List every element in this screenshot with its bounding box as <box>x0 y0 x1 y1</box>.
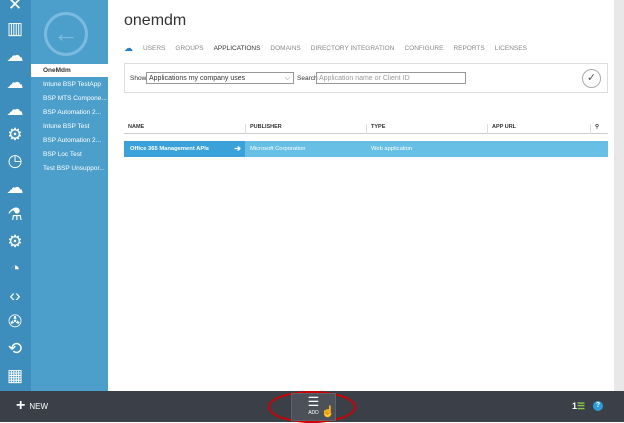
tab-reports[interactable]: REPORTS <box>453 45 484 52</box>
show-select-value: Applications my company uses <box>149 75 246 82</box>
storage-icon[interactable]: ▦ <box>4 365 26 387</box>
app-publisher: Microsoft Corporation <box>250 146 306 152</box>
cloud-refresh-icon[interactable]: ☁ <box>4 72 26 94</box>
list-icon: ☰ <box>577 401 586 411</box>
column-name[interactable]: NAME <box>124 124 144 134</box>
gear-bolt-icon[interactable]: ⚙ <box>4 124 26 146</box>
subnav-item[interactable]: OneMdm <box>31 64 108 77</box>
subnav-item[interactable]: BSP MTS Compone... <box>31 92 108 105</box>
apply-check-button[interactable]: ✓ <box>582 69 601 88</box>
directory-subnav: ← OneMdm Intune BSP TestApp BSP MTS Comp… <box>31 0 108 391</box>
notifications-count[interactable]: 1☰ <box>572 401 585 412</box>
tab-configure[interactable]: CONFIGURE <box>404 45 443 52</box>
tab-licenses[interactable]: LICENSES <box>495 45 527 52</box>
directory-cloud-icon[interactable]: ☁ <box>124 43 133 54</box>
table-search-icon[interactable]: ⚲ <box>590 124 599 134</box>
app-type: Web application <box>371 146 413 152</box>
clock-icon[interactable]: ◷ <box>4 150 26 172</box>
tab-bar: ☁ USERS GROUPS APPLICATIONS DOMAINS DIRE… <box>124 43 527 54</box>
cloud-sync-icon[interactable]: ☁ <box>4 177 26 199</box>
new-label: NEW <box>29 401 49 411</box>
subnav-item[interactable]: Intune BSP TestApp <box>31 78 108 91</box>
tab-groups[interactable]: GROUPS <box>175 45 203 52</box>
flask-icon[interactable]: ⚗ <box>4 204 26 226</box>
database-icon[interactable]: ▥ <box>4 18 26 40</box>
table-row[interactable]: Office 365 Management APIs ➔ Microsoft Co… <box>124 141 608 157</box>
chevron-down-icon: ⌵ <box>284 75 290 82</box>
service-icon-bar: ✕ ▥ ☁ ☁ ☁ ⚙ ◷ ☁ ⚗ ⚙ ◔ ‹› ✇ ⟲ ▦ <box>0 0 31 391</box>
cloud-bolt-icon[interactable]: ☁ <box>4 99 26 121</box>
show-label: Show <box>130 75 147 82</box>
scrollbar[interactable] <box>614 0 624 391</box>
subnav-item[interactable]: BSP Automation 2... <box>31 134 108 147</box>
subnav-item[interactable]: BSP Loc Test <box>31 148 108 161</box>
gear-network-icon[interactable]: ⚙ <box>4 231 26 253</box>
wrench-icon[interactable]: ✇ <box>4 311 26 333</box>
column-app-url[interactable]: APP URL <box>487 124 516 134</box>
table-header: NAME PUBLISHER TYPE APP URL ⚲ <box>124 121 608 134</box>
column-publisher[interactable]: PUBLISHER <box>245 124 282 134</box>
tab-applications[interactable]: APPLICATIONS <box>214 45 261 52</box>
filter-panel: Show Applications my company uses ⌵ Searc… <box>124 63 608 93</box>
subnav-item[interactable]: Test BSP Unsuppor... <box>31 162 108 175</box>
column-type[interactable]: TYPE <box>366 124 385 134</box>
main-content: onemdm ☁ USERS GROUPS APPLICATIONS DOMAI… <box>108 0 614 391</box>
tab-users[interactable]: USERS <box>143 45 165 52</box>
app-name[interactable]: Office 365 Management APIs <box>130 146 209 152</box>
code-icon[interactable]: ‹› <box>4 285 26 307</box>
sync-icon[interactable]: ⟲ <box>4 338 26 360</box>
help-icon[interactable]: ? <box>593 401 603 411</box>
new-button[interactable]: + NEW <box>16 397 49 414</box>
chart-icon[interactable]: ◔ <box>4 258 26 280</box>
cloud-network-icon[interactable]: ☁ <box>4 45 26 67</box>
search-label: Search <box>297 75 318 82</box>
subnav-item[interactable]: BSP Automation 2... <box>31 106 108 119</box>
show-select[interactable]: Applications my company uses ⌵ <box>146 72 294 84</box>
plus-icon: + <box>16 397 26 414</box>
back-arrow-icon[interactable]: ← <box>44 12 88 56</box>
subnav-item[interactable]: Intune BSP Test <box>31 120 108 133</box>
arrow-right-icon[interactable]: ➔ <box>234 144 241 153</box>
search-input[interactable]: Application name or Client ID <box>316 72 466 84</box>
tab-domains[interactable]: DOMAINS <box>270 45 300 52</box>
hand-cursor-icon: ☝ <box>321 406 335 418</box>
page-title: onemdm <box>124 12 187 29</box>
tools-icon[interactable]: ✕ <box>4 0 26 16</box>
tab-directory-integration[interactable]: DIRECTORY INTEGRATION <box>311 45 395 52</box>
command-bar: + NEW ☰ ADD ☝ 1☰ ? <box>0 391 624 423</box>
